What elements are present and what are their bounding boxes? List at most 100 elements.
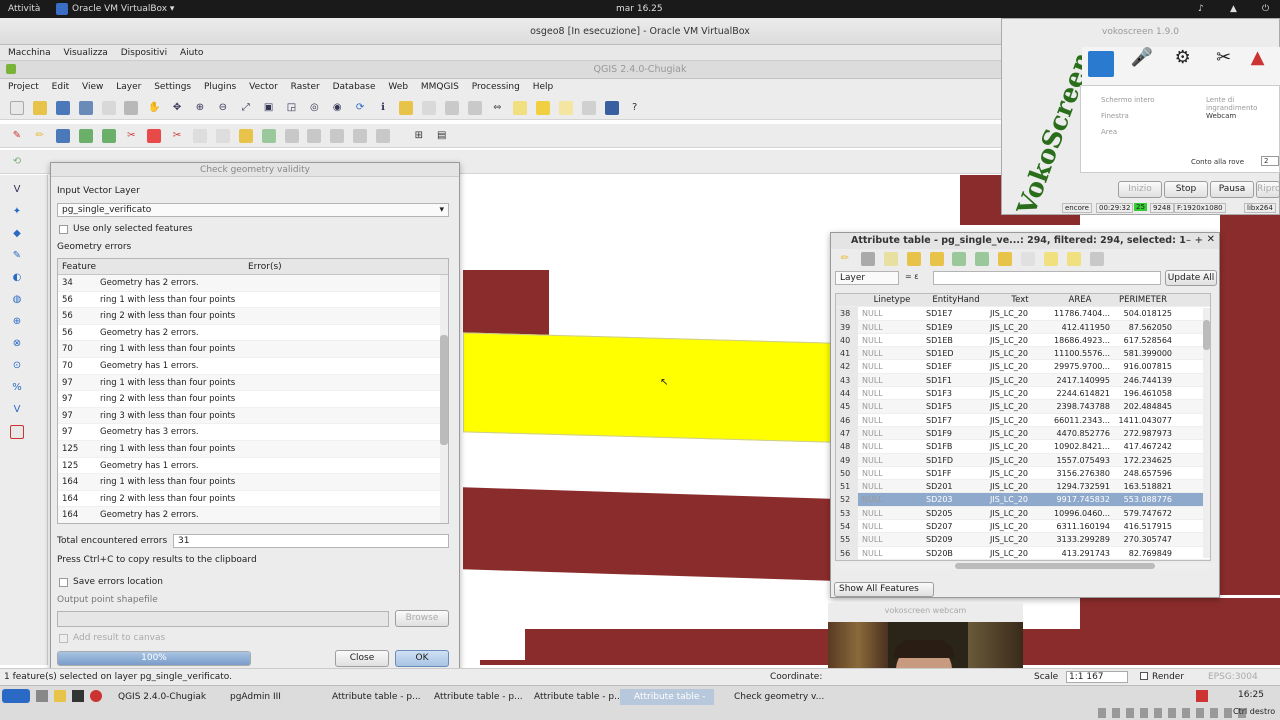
table-row[interactable]: 49 NULL SD1FD JIS_LC_20 1557.075493 172.23462…: [836, 453, 1210, 467]
table-row[interactable]: 53 NULL SD205 JIS_LC_20 10996.0460... 579.747…: [836, 506, 1210, 521]
clock[interactable]: mar 16.25: [616, 4, 663, 14]
row-number[interactable]: 44: [836, 387, 858, 401]
table-row[interactable]: 164 Geometry has 2 errors.: [58, 507, 448, 523]
add-postgis-icon[interactable]: ◆: [10, 227, 24, 241]
table-row[interactable]: 125 ring 1 with less than four points: [58, 440, 448, 458]
add-spatialite-icon[interactable]: ✎: [10, 249, 24, 263]
move-label-icon[interactable]: [307, 129, 322, 143]
table-row[interactable]: 38 NULL SD1E7 JIS_LC_20 11786.7404... 504.018…: [836, 307, 1210, 321]
menu-vector[interactable]: Vector: [249, 82, 278, 92]
app-menu[interactable]: Oracle VM VirtualBox ▾: [72, 4, 174, 14]
menu-processing[interactable]: Processing: [472, 82, 520, 92]
menu-database[interactable]: Database: [333, 82, 376, 92]
table-row[interactable]: 55 NULL SD209 JIS_LC_20 3133.299289 270.30574…: [836, 533, 1210, 547]
network-icon[interactable]: ▲: [1230, 4, 1237, 14]
field-calc-icon[interactable]: [1089, 252, 1104, 266]
label-properties-icon[interactable]: [376, 129, 390, 143]
paste-features-icon[interactable]: [215, 129, 230, 143]
print-composer-icon[interactable]: [101, 101, 116, 115]
col-text[interactable]: Text: [986, 294, 1050, 307]
new-shapefile-icon[interactable]: [10, 425, 24, 439]
layer-combo[interactable]: Layer: [835, 271, 899, 285]
zoom-in-icon[interactable]: ⊕: [193, 101, 207, 115]
zoom-selection-icon[interactable]: ◲: [285, 101, 299, 115]
use-selected-checkbox[interactable]: [59, 225, 68, 234]
table-row[interactable]: 125 Geometry has 1 errors.: [58, 458, 448, 475]
col-error[interactable]: Error(s): [248, 262, 282, 272]
menu-view[interactable]: Visualizza: [63, 48, 107, 58]
row-number[interactable]: 42: [836, 360, 858, 374]
add-feature-icon[interactable]: [78, 129, 93, 143]
table-row[interactable]: 51 NULL SD201 JIS_LC_20 1294.732591 163.51882…: [836, 480, 1210, 494]
rotate-label-icon[interactable]: [330, 129, 345, 143]
row-number[interactable]: 51: [836, 480, 858, 494]
expression-field[interactable]: [933, 271, 1161, 285]
table-row[interactable]: 44 NULL SD1F3 JIS_LC_20 2244.614821 196.46105…: [836, 387, 1210, 401]
task-check-geometry[interactable]: Check geometry v...: [720, 689, 824, 705]
crs-label[interactable]: EPSG:3004: [1208, 672, 1258, 682]
input-layer-combo[interactable]: pg_single_verificato ▾: [57, 203, 449, 217]
delete-icon[interactable]: [883, 252, 898, 266]
row-number[interactable]: 38: [836, 307, 858, 321]
row-number[interactable]: 50: [836, 466, 858, 481]
label-tool-icon[interactable]: [238, 129, 253, 143]
menu-web[interactable]: Web: [388, 82, 408, 92]
save-as-icon[interactable]: [78, 101, 93, 115]
new-column-icon[interactable]: [1043, 252, 1058, 266]
col-linetype[interactable]: Linetype: [858, 294, 922, 307]
col-perimeter[interactable]: PERIMETER: [1114, 294, 1176, 307]
errors-table[interactable]: Feature Error(s) 34 Geometry has 2 errors.…: [57, 258, 449, 524]
grid-hscrollbar[interactable]: [835, 563, 1215, 569]
zoom-last-icon[interactable]: ◎: [307, 101, 321, 115]
table-row[interactable]: 41 NULL SD1ED JIS_LC_20 11100.5576... 581.399…: [836, 347, 1210, 361]
table-row[interactable]: 56 Geometry has 2 errors.: [58, 325, 448, 342]
task-attribute-table-1[interactable]: Attribute table - p...: [318, 689, 421, 705]
minimize-icon[interactable]: –: [1186, 235, 1191, 246]
start-menu-icon[interactable]: [2, 689, 30, 703]
table-row[interactable]: 70 ring 1 with less than four points: [58, 341, 448, 358]
row-number[interactable]: 45: [836, 400, 858, 414]
pan-icon[interactable]: ✋: [147, 101, 161, 115]
task-pgadmin[interactable]: pgAdmin III: [216, 689, 281, 705]
show-all-features-button[interactable]: Show All Features: [834, 582, 934, 597]
row-number[interactable]: 43: [836, 373, 858, 388]
table-row[interactable]: 56 ring 1 with less than four points: [58, 292, 448, 309]
task-attribute-table-4[interactable]: Attribute table - p...: [620, 689, 714, 705]
table-row[interactable]: 97 Geometry has 3 errors.: [58, 424, 448, 441]
move-feature-icon[interactable]: [101, 129, 116, 143]
edit-pencil-icon[interactable]: ✎: [10, 129, 24, 143]
parcel-polygon[interactable]: [1080, 598, 1280, 665]
table-row[interactable]: 97 ring 1 with less than four points: [58, 374, 448, 392]
open-project-icon[interactable]: [32, 101, 47, 115]
task-attribute-table-2[interactable]: Attribute table - p...: [420, 689, 523, 705]
option-magnifier[interactable]: Lente di ingrandimento: [1206, 96, 1279, 112]
option-webcam[interactable]: Webcam: [1206, 112, 1236, 120]
desktop-icon[interactable]: [36, 690, 48, 702]
countdown-field[interactable]: 2: [1261, 156, 1279, 166]
pan-to-selection-icon[interactable]: ✥: [170, 101, 184, 115]
annotation-icon[interactable]: [559, 101, 573, 115]
add-result-checkbox[interactable]: [59, 634, 68, 643]
add-oracle-icon[interactable]: ◍: [10, 293, 24, 307]
row-number[interactable]: 39: [836, 320, 858, 334]
delete-selected-icon[interactable]: [147, 129, 162, 143]
save-project-icon[interactable]: [55, 101, 70, 115]
whats-this-icon[interactable]: ?: [628, 101, 642, 115]
save-edits-icon[interactable]: [55, 129, 70, 143]
col-feature[interactable]: Feature: [58, 259, 248, 275]
map-tips-icon[interactable]: [513, 101, 528, 115]
terminal-icon[interactable]: [72, 690, 84, 702]
table-row[interactable]: 39 NULL SD1E9 JIS_LC_20 412.411950 87.562050: [836, 320, 1210, 334]
total-errors-field[interactable]: 31: [173, 534, 449, 548]
hscroll-thumb[interactable]: [955, 563, 1155, 569]
toggle-editing-icon[interactable]: ✏: [33, 129, 47, 143]
attribute-table-icon[interactable]: [444, 101, 459, 115]
zoom-next-icon[interactable]: ◉: [330, 101, 344, 115]
zoom-layer-icon[interactable]: ▣: [262, 101, 276, 115]
row-number[interactable]: 46: [836, 413, 858, 427]
option-fullscreen[interactable]: Schermo intero: [1101, 96, 1155, 104]
scale-combo[interactable]: 1:1 167: [1066, 671, 1128, 683]
deselect-icon[interactable]: [421, 101, 436, 115]
browse-button[interactable]: Browse: [395, 610, 449, 627]
parcel-polygon[interactable]: [1220, 215, 1280, 595]
